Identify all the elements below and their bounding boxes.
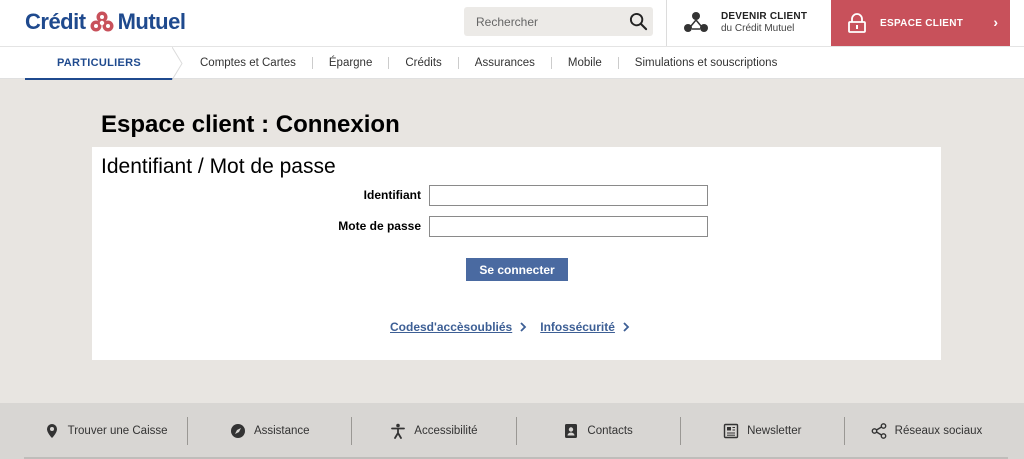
- nav-item-mobile[interactable]: Mobile: [552, 57, 618, 69]
- espace-client-label: ESPACE CLIENT: [880, 17, 964, 29]
- accessibility-icon: [391, 423, 406, 439]
- devenir-client-title: DEVENIR CLIENT: [721, 11, 808, 22]
- logo-flower-icon: [90, 11, 114, 32]
- password-input[interactable]: [429, 216, 708, 237]
- login-panel-title: Identifiant / Mot de passe: [101, 155, 336, 178]
- logo-text-left: Crédit: [25, 9, 86, 34]
- footer-item-assistance[interactable]: Assistance: [187, 417, 351, 445]
- footer-item-label: Accessibilité: [414, 425, 478, 437]
- lock-icon: [848, 13, 866, 33]
- search-input[interactable]: [464, 7, 619, 36]
- security-info-link[interactable]: Infossécurité: [540, 320, 630, 334]
- login-panel: Identifiant / Mot de passe Identifiant M…: [92, 147, 941, 360]
- nav-items: Comptes et Cartes Épargne Crédits Assura…: [184, 47, 793, 79]
- chevron-right-icon: ›: [993, 14, 998, 30]
- contact-card-icon: [565, 424, 578, 438]
- footer-item-trouver-caisse[interactable]: Trouver une Caisse: [24, 417, 187, 445]
- page-title: Espace client : Connexion: [101, 111, 400, 138]
- footer-item-newsletter[interactable]: Newsletter: [679, 417, 844, 445]
- main-nav: PARTICULIERS Comptes et Cartes Épargne C…: [0, 46, 1024, 80]
- identifiant-label: Identifiant: [363, 188, 421, 202]
- chevron-right-icon: [623, 322, 630, 332]
- footer-item-label: Assistance: [253, 425, 310, 437]
- espace-client-button[interactable]: ESPACE CLIENT ›: [831, 0, 1010, 46]
- nav-item-comptes-cartes[interactable]: Comptes et Cartes: [184, 57, 312, 69]
- people-icon: [684, 12, 708, 32]
- devenir-client-button[interactable]: DEVENIR CLIENT du Crédit Mutuel: [666, 0, 831, 46]
- nav-item-credits[interactable]: Crédits: [389, 57, 457, 69]
- devenir-client-subtitle: du Crédit Mutuel: [721, 23, 795, 34]
- footer-item-label: Contacts: [587, 425, 633, 437]
- nav-chevron-separator: [172, 47, 183, 80]
- security-info-link-text: Infossécurité: [540, 320, 615, 334]
- credit-mutuel-logo[interactable]: Crédit Mutuel: [25, 8, 186, 36]
- logo-text-right: Mutuel: [117, 9, 186, 34]
- footer-item-reseaux-sociaux[interactable]: Réseaux sociaux: [843, 417, 1008, 445]
- search-icon[interactable]: [629, 12, 648, 31]
- devenir-client-text: DEVENIR CLIENT du Crédit Mutuel: [721, 11, 807, 35]
- map-pin-icon: [46, 424, 57, 438]
- se-connecter-button[interactable]: Se connecter: [466, 258, 568, 281]
- share-icon: [871, 423, 887, 439]
- help-links: Codesd'accèsoubliés Infossécurité: [390, 320, 630, 334]
- footer: Trouver une Caisse Assistance Accessibil…: [0, 403, 1024, 459]
- nav-item-epargne[interactable]: Épargne: [313, 57, 388, 69]
- compass-icon: [230, 424, 245, 438]
- chevron-right-icon: [520, 322, 527, 332]
- footer-item-contacts[interactable]: Contacts: [515, 417, 680, 445]
- footer-item-accessibilite[interactable]: Accessibilité: [351, 417, 515, 445]
- identifiant-input[interactable]: [429, 185, 708, 206]
- password-label: Mote de passe: [338, 219, 421, 233]
- forgot-codes-link-text: Codesd'accèsoubliés: [390, 320, 513, 334]
- newspaper-icon: [723, 423, 739, 439]
- header: Crédit Mutuel DEVENIR CLIENT du Crédit: [0, 0, 1024, 46]
- footer-item-label: Trouver une Caisse: [67, 425, 168, 437]
- forgot-codes-link[interactable]: Codesd'accèsoubliés: [390, 320, 527, 334]
- nav-tab-particuliers[interactable]: PARTICULIERS: [25, 47, 173, 80]
- search-box: [464, 7, 653, 36]
- nav-item-assurances[interactable]: Assurances: [459, 57, 551, 69]
- footer-item-label: Newsletter: [747, 425, 802, 437]
- footer-item-label: Réseaux sociaux: [894, 425, 983, 437]
- nav-item-simulations[interactable]: Simulations et souscriptions: [619, 57, 794, 69]
- footer-links: Trouver une Caisse Assistance Accessibil…: [24, 417, 1008, 445]
